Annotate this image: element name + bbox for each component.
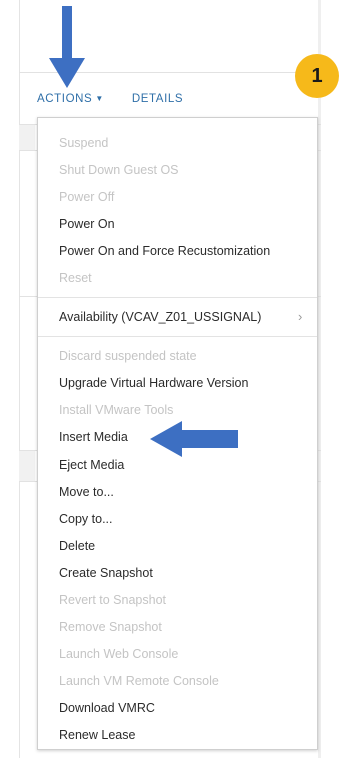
details-label: DETAILS <box>131 93 184 105</box>
menu-item-download-vmrc[interactable]: Download VMRC <box>59 701 155 715</box>
menu-item-power-off[interactable]: Power Off <box>59 190 114 204</box>
panel-row-background <box>19 125 35 150</box>
menu-item-power-on-force-recustomization[interactable]: Power On and Force Recustomization <box>59 244 270 258</box>
panel-right-edge <box>318 0 321 758</box>
menu-item-delete[interactable]: Delete <box>59 539 95 553</box>
menu-item-renew-lease[interactable]: Renew Lease <box>59 728 135 742</box>
menu-item-copy-to[interactable]: Copy to... <box>59 512 113 526</box>
actions-label: ACTIONS <box>37 93 93 105</box>
menu-item-availability[interactable]: Availability (VCAV_Z01_USSIGNAL) <box>59 310 261 324</box>
menu-item-remove-snapshot[interactable]: Remove Snapshot <box>59 620 162 634</box>
menu-item-move-to[interactable]: Move to... <box>59 485 114 499</box>
step-number: 1 <box>311 64 323 87</box>
menu-item-suspend[interactable]: Suspend <box>59 136 108 150</box>
menu-item-eject-media[interactable]: Eject Media <box>59 458 124 472</box>
menu-item-launch-web-console[interactable]: Launch Web Console <box>59 647 178 661</box>
annotation-arrow-down-icon <box>49 6 85 88</box>
details-link[interactable]: DETAILS <box>132 93 183 105</box>
menu-item-launch-vm-remote-console[interactable]: Launch VM Remote Console <box>59 674 219 688</box>
actions-dropdown-button[interactable]: ACTIONS ▼ <box>37 93 104 105</box>
menu-item-shut-down-guest-os[interactable]: Shut Down Guest OS <box>59 163 179 177</box>
menu-item-create-snapshot[interactable]: Create Snapshot <box>59 566 153 580</box>
menu-separator <box>38 297 317 298</box>
chevron-down-icon: ▼ <box>95 93 104 103</box>
chevron-right-icon: › <box>298 309 303 324</box>
menu-item-revert-to-snapshot[interactable]: Revert to Snapshot <box>59 593 166 607</box>
annotation-arrow-left-icon <box>150 421 238 457</box>
menu-item-power-on[interactable]: Power On <box>59 217 115 231</box>
action-bar: ACTIONS ▼ DETAILS <box>37 93 183 105</box>
panel-row-background <box>19 451 35 481</box>
menu-item-reset[interactable]: Reset <box>59 271 92 285</box>
menu-separator <box>38 336 317 337</box>
menu-item-install-vmware-tools[interactable]: Install VMware Tools <box>59 403 173 417</box>
step-number-badge: 1 <box>295 54 339 98</box>
menu-item-insert-media[interactable]: Insert Media <box>59 430 128 444</box>
menu-item-discard-suspended-state[interactable]: Discard suspended state <box>59 349 197 363</box>
menu-item-upgrade-virtual-hardware[interactable]: Upgrade Virtual Hardware Version <box>59 376 248 390</box>
